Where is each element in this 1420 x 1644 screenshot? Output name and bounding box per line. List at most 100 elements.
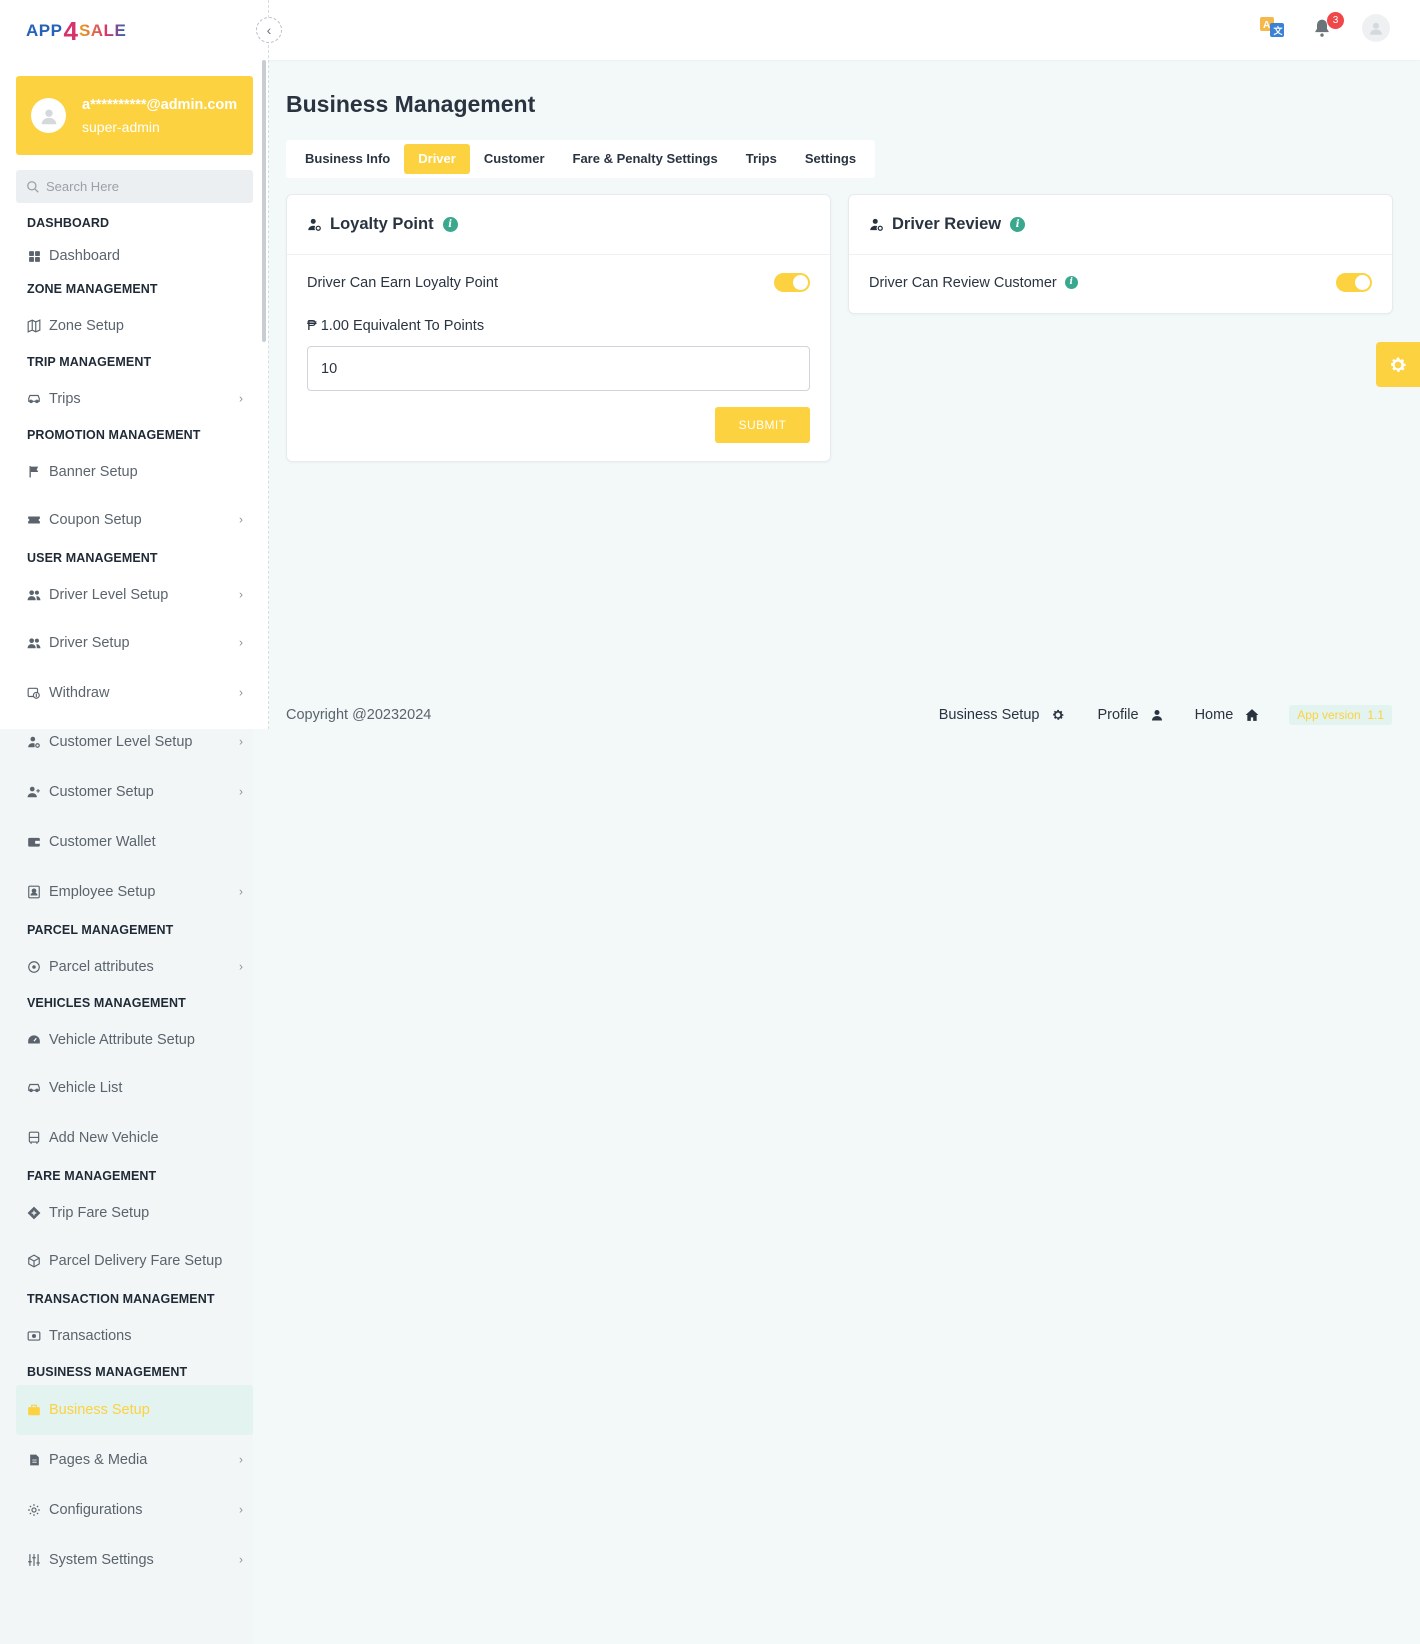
info-icon[interactable]: i bbox=[1064, 276, 1078, 289]
nav-section-title: BUSINESS MANAGEMENT bbox=[27, 1365, 188, 1379]
sidebar-item-system-settings[interactable]: System Settings › bbox=[16, 1535, 253, 1585]
sidebar-item-label: Trips bbox=[49, 390, 81, 407]
circle-icon bbox=[27, 960, 41, 974]
gear-icon bbox=[1051, 708, 1065, 722]
business-tabs: Business Info Driver Customer Fare & Penalt… bbox=[286, 140, 876, 178]
sidebar-item-vehicle-attribute-setup[interactable]: Vehicle Attribute Setup bbox=[16, 1016, 253, 1063]
review-toggle[interactable] bbox=[1336, 273, 1372, 292]
sidebar-item-label: Customer Wallet bbox=[49, 834, 156, 850]
sidebar-item-trip-fare-setup[interactable]: Trip Fare Setup bbox=[16, 1189, 253, 1236]
sidebar-item-label: Driver Setup bbox=[49, 635, 130, 651]
diamond-icon bbox=[27, 1206, 41, 1220]
sidebar-item-withdraw[interactable]: Withdraw › bbox=[16, 668, 253, 717]
sidebar-item-customer-setup[interactable]: Customer Setup › bbox=[16, 767, 253, 817]
translate-icon[interactable]: A文 bbox=[1260, 15, 1286, 39]
info-icon[interactable]: i bbox=[1010, 217, 1026, 232]
nav-section-title: PARCEL MANAGEMENT bbox=[27, 923, 174, 937]
tab-trips[interactable]: Trips bbox=[732, 144, 791, 174]
sidebar-item-coupon-setup[interactable]: Coupon Setup › bbox=[16, 495, 253, 545]
nav-section-title: USER MANAGEMENT bbox=[27, 551, 158, 565]
bus-icon bbox=[27, 1131, 41, 1145]
tab-customer[interactable]: Customer bbox=[470, 144, 559, 174]
sidebar-item-pages-media[interactable]: Pages & Media › bbox=[16, 1435, 253, 1485]
sidebar-item-add-new-vehicle[interactable]: Add New Vehicle bbox=[16, 1113, 253, 1163]
nav-section-title: PROMOTION MANAGEMENT bbox=[27, 428, 201, 442]
tab-settings[interactable]: Settings bbox=[791, 144, 870, 174]
sidebar-item-employee-setup[interactable]: Employee Setup › bbox=[16, 867, 253, 917]
map-icon bbox=[27, 318, 41, 333]
sidebar-item-label: Driver Level Setup bbox=[49, 586, 169, 603]
svg-text:A: A bbox=[1263, 20, 1270, 31]
sidebar-item-dashboard[interactable]: Dashboard bbox=[16, 236, 253, 276]
footer-link-home[interactable]: Home bbox=[1195, 707, 1260, 723]
sidebar-item-label: Vehicle List bbox=[49, 1080, 123, 1096]
nav-section-title: TRIP MANAGEMENT bbox=[27, 355, 152, 369]
tab-business-info[interactable]: Business Info bbox=[291, 144, 404, 174]
info-icon[interactable]: i bbox=[442, 217, 458, 232]
chevron-right-icon: › bbox=[239, 1502, 243, 1517]
app-logo[interactable]: APP 4 SALE bbox=[26, 16, 126, 46]
logo-text-app: APP bbox=[26, 21, 63, 40]
sidebar-item-label: Add New Vehicle bbox=[49, 1130, 159, 1146]
sidebar-search bbox=[16, 170, 253, 203]
submit-button[interactable]: SUBMIT bbox=[715, 407, 810, 443]
car-icon bbox=[27, 392, 41, 406]
sidebar-item-label: Configurations bbox=[49, 1502, 143, 1518]
sidebar-collapse-button[interactable]: ‹ bbox=[256, 17, 282, 43]
loyalty-toggle[interactable] bbox=[774, 273, 810, 292]
sidebar-item-banner-setup[interactable]: Banner Setup bbox=[16, 448, 253, 495]
nav-section-title: FARE MANAGEMENT bbox=[27, 1169, 157, 1183]
sidebar-scrollbar[interactable] bbox=[262, 60, 266, 342]
points-input[interactable] bbox=[307, 346, 810, 391]
user-silhouette-icon bbox=[1370, 22, 1382, 35]
sidebar-item-label: Banner Setup bbox=[49, 463, 138, 480]
chevron-right-icon: › bbox=[239, 684, 243, 699]
sidebar-item-label: Parcel Delivery Fare Setup bbox=[49, 1253, 223, 1269]
wallet-icon bbox=[27, 835, 41, 849]
sidebar-item-label: Zone Setup bbox=[49, 317, 124, 334]
sidebar-item-label: Customer Level Setup bbox=[49, 734, 193, 750]
sidebar-item-label: System Settings bbox=[49, 1552, 154, 1568]
sidebar-item-driver-setup[interactable]: Driver Setup › bbox=[16, 618, 253, 668]
sidebar-item-label: Transactions bbox=[49, 1327, 132, 1344]
flag-icon bbox=[27, 465, 41, 479]
sidebar-item-customer-level-setup[interactable]: Customer Level Setup › bbox=[16, 717, 253, 767]
sidebar-item-trips[interactable]: Trips › bbox=[16, 375, 253, 422]
search-input[interactable] bbox=[46, 179, 246, 194]
footer-link-business-setup[interactable]: Business Setup bbox=[939, 707, 1066, 723]
sidebar-item-label: Withdraw bbox=[49, 684, 110, 701]
footer-link-label: Business Setup bbox=[938, 707, 1040, 723]
sidebar-item-zone-setup[interactable]: Zone Setup bbox=[16, 302, 253, 349]
sidebar-item-label: Customer Setup bbox=[49, 784, 154, 800]
sidebar-item-label: Business Setup bbox=[49, 1402, 150, 1418]
sidebar-item-configurations[interactable]: Configurations › bbox=[16, 1485, 253, 1535]
sidebar-item-label: Coupon Setup bbox=[49, 512, 142, 528]
copyright-text: Copyright @20232024 bbox=[286, 707, 432, 723]
sidebar-item-transactions[interactable]: Transactions bbox=[16, 1312, 253, 1359]
user-role: super-admin bbox=[82, 118, 160, 135]
review-card-title: Driver Review bbox=[892, 215, 1002, 233]
sidebar-item-parcel-attributes[interactable]: Parcel attributes › bbox=[16, 943, 253, 990]
user-plus-icon bbox=[27, 785, 41, 799]
tab-fare-penalty-settings[interactable]: Fare & Penalty Settings bbox=[559, 144, 732, 174]
sidebar-item-driver-level-setup[interactable]: Driver Level Setup › bbox=[16, 571, 253, 618]
id-card-icon bbox=[27, 885, 41, 899]
footer-link-profile[interactable]: Profile bbox=[1097, 707, 1162, 723]
user-silhouette-icon bbox=[41, 109, 56, 124]
app-version-label: App version bbox=[1297, 708, 1361, 722]
car-icon bbox=[27, 1081, 41, 1095]
user-card[interactable]: a**********@admin.com super-admin bbox=[16, 76, 253, 155]
user-email: a**********@admin.com bbox=[82, 96, 238, 113]
profile-avatar[interactable] bbox=[1362, 14, 1390, 42]
sidebar-item-business-setup[interactable]: Business Setup bbox=[16, 1385, 253, 1435]
sidebar-item-label: Dashboard bbox=[49, 248, 120, 264]
users-icon bbox=[27, 636, 41, 650]
gear-icon bbox=[1391, 357, 1406, 372]
sidebar-item-vehicle-list[interactable]: Vehicle List bbox=[16, 1063, 253, 1113]
settings-float-button[interactable] bbox=[1376, 342, 1420, 387]
sidebar-item-customer-wallet[interactable]: Customer Wallet bbox=[16, 817, 253, 867]
sidebar-item-parcel-delivery-fare-setup[interactable]: Parcel Delivery Fare Setup bbox=[16, 1236, 253, 1286]
chevron-left-icon: ‹ bbox=[266, 22, 272, 38]
tab-driver[interactable]: Driver bbox=[404, 144, 470, 174]
app-version-badge: App version 1.1 bbox=[1289, 705, 1392, 725]
